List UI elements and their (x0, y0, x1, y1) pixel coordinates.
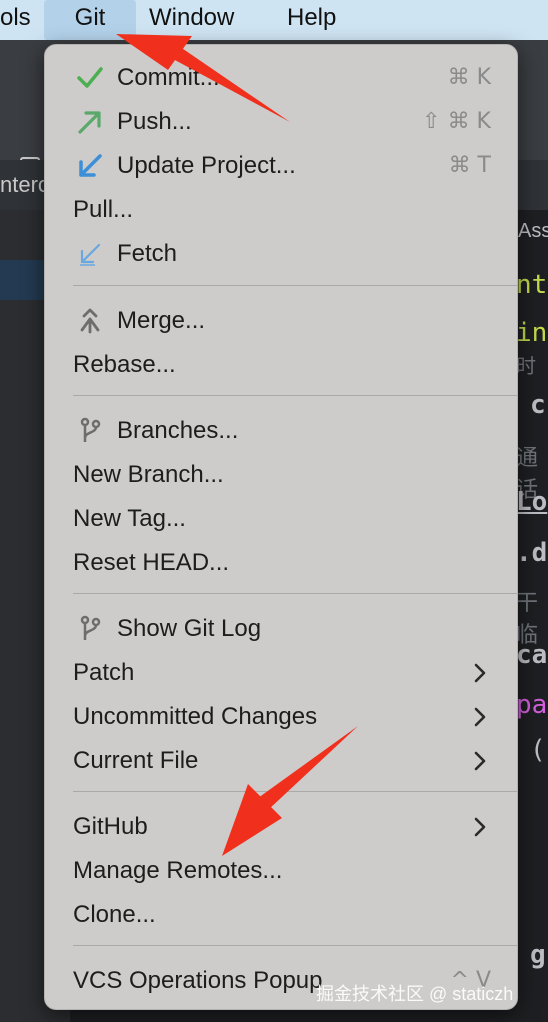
menu-tools[interactable]: ols (0, 0, 31, 40)
watermark: 掘金技术社区 @ staticzh (316, 984, 514, 1004)
menu-item-label: Update Project... (117, 152, 296, 179)
menu-item-current-file[interactable]: Current File (45, 738, 517, 782)
menu-item-new-tag[interactable]: New Tag... (45, 496, 517, 540)
chevron-right-icon (474, 751, 486, 771)
code-fragment: in (516, 318, 548, 348)
merge-icon (80, 308, 100, 334)
menu-item-show-git-log[interactable]: Show Git Log (45, 606, 517, 650)
menu-item-label: Manage Remotes... (73, 857, 283, 884)
menu-item-label: Branches... (117, 417, 239, 444)
menu-item-label: Clone... (73, 901, 156, 928)
push-arrow-icon (78, 111, 101, 134)
git-log-icon (80, 615, 101, 640)
code-fragment: Lo (516, 487, 548, 517)
menu-item-fetch[interactable]: Fetch (45, 231, 517, 275)
menu-separator (73, 593, 517, 594)
menu-item-label: Uncommitted Changes (73, 703, 318, 730)
checkmark-icon (77, 67, 103, 88)
code-fragment: ( (530, 735, 546, 765)
tab-label-fragment[interactable]: nterc (0, 172, 49, 198)
menu-item-label: Fetch (117, 240, 178, 267)
chevron-right-icon (474, 707, 486, 727)
menu-item-label: Reset HEAD... (73, 549, 230, 576)
menu-item-pull[interactable]: Pull... (45, 187, 517, 231)
menu-separator (73, 945, 517, 946)
code-fragment: g (530, 940, 546, 970)
chevron-right-icon (474, 663, 486, 683)
menu-item-label: Pull... (73, 196, 134, 223)
code-fragment: nt (516, 270, 548, 300)
menu-item-label: GitHub (73, 813, 148, 840)
menu-item-label: New Branch... (73, 461, 224, 488)
branch-icon (80, 417, 101, 442)
menu-item-label: Current File (73, 747, 199, 774)
shortcut-label: ⌘ T (448, 153, 491, 178)
menu-separator (73, 791, 517, 792)
menu-item-label: Push... (117, 108, 192, 135)
menu-item-label: Show Git Log (117, 615, 262, 642)
menu-item-label: VCS Operations Popup (73, 967, 323, 994)
menu-item-patch[interactable]: Patch (45, 650, 517, 694)
menu-item-label: New Tag... (73, 505, 186, 532)
chevron-right-icon (474, 817, 486, 837)
code-fragment: ca (516, 640, 548, 670)
update-arrow-icon (79, 154, 102, 177)
menu-git[interactable]: Git (44, 0, 136, 40)
shortcut-label: ⇧ ⌘ K (422, 109, 491, 134)
menu-item-update-project[interactable]: Update Project... ⌘ T (45, 143, 517, 187)
code-fragment: pa (516, 690, 548, 720)
code-fragment: .d (516, 538, 548, 568)
menu-window[interactable]: Window (149, 0, 234, 40)
menu-item-uncommitted-changes[interactable]: Uncommitted Changes (45, 694, 517, 738)
code-fragment: c (530, 390, 546, 420)
menu-item-label: Merge... (117, 307, 206, 334)
menu-item-merge[interactable]: Merge... (45, 298, 517, 342)
menu-separator (73, 395, 517, 396)
assistant-tab-fragment[interactable]: Ass (518, 220, 548, 243)
menu-item-github[interactable]: GitHub (45, 804, 517, 848)
menu-item-clone[interactable]: Clone... (45, 892, 517, 936)
menu-item-reset-head[interactable]: Reset HEAD... (45, 540, 517, 584)
menu-bar: ols Git Window Help (0, 0, 548, 40)
menu-item-label: Commit... (117, 64, 220, 91)
menu-item-manage-remotes[interactable]: Manage Remotes... (45, 848, 517, 892)
shortcut-label: ⌘ K (447, 65, 491, 90)
menu-separator (73, 285, 517, 286)
fetch-arrow-icon (80, 243, 101, 266)
menu-item-new-branch[interactable]: New Branch... (45, 452, 517, 496)
git-dropdown-menu: Commit... ⌘ K Push... ⇧ ⌘ K Update Proje… (44, 44, 518, 1010)
menu-item-label: Patch (73, 659, 135, 686)
menu-item-rebase[interactable]: Rebase... (45, 342, 517, 386)
menu-item-label: Rebase... (73, 351, 176, 378)
menu-item-commit[interactable]: Commit... ⌘ K (45, 55, 517, 99)
menu-help[interactable]: Help (287, 0, 336, 40)
menu-item-branches[interactable]: Branches... (45, 408, 517, 452)
menu-item-push[interactable]: Push... ⇧ ⌘ K (45, 99, 517, 143)
comment-fragment: 时 (516, 354, 536, 378)
